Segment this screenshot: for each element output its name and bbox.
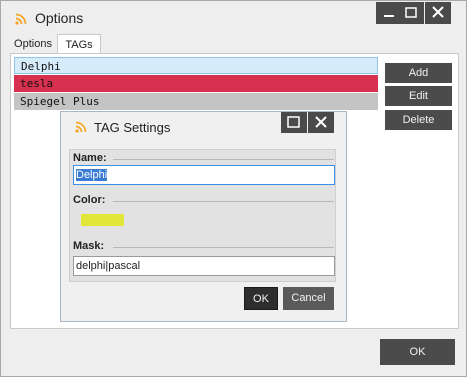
tab-options[interactable]: Options: [10, 34, 56, 53]
divider: [113, 247, 334, 248]
window-title: Options: [35, 10, 84, 26]
name-label: Name:: [73, 152, 107, 164]
dialog-title: TAG Settings: [94, 120, 171, 135]
dialog-cancel-button[interactable]: Cancel: [283, 287, 334, 310]
dialog-close-button[interactable]: [308, 112, 334, 133]
tag-settings-form: Name: Delphi Color: Mask: delphi|pascal: [69, 149, 336, 282]
maximize-icon: [287, 116, 300, 128]
delete-button[interactable]: Delete: [385, 110, 452, 130]
tag-settings-dialog: TAG Settings Name: Delphi Color: Mask: d…: [60, 111, 347, 322]
tab-tags[interactable]: TAGs: [57, 34, 101, 54]
options-window: Options Options TAGs Delphi tesla Spiege…: [0, 0, 467, 377]
dialog-ok-button[interactable]: OK: [244, 287, 278, 310]
dialog-maximize-button[interactable]: [281, 112, 307, 133]
rss-icon: [15, 13, 27, 25]
maximize-icon: [405, 7, 417, 18]
add-button[interactable]: Add: [385, 63, 452, 83]
mask-field[interactable]: delphi|pascal: [73, 256, 335, 276]
list-item[interactable]: Delphi: [14, 57, 378, 74]
list-item[interactable]: Spiegel Plus: [14, 93, 378, 110]
list-item[interactable]: tesla: [14, 75, 378, 92]
divider: [113, 159, 334, 160]
color-swatch[interactable]: [81, 214, 124, 226]
mask-label: Mask:: [73, 240, 105, 252]
edit-button[interactable]: Edit: [385, 86, 452, 106]
ok-button[interactable]: OK: [380, 339, 455, 365]
close-icon: [432, 6, 444, 18]
color-label: Color:: [73, 194, 106, 206]
name-field[interactable]: Delphi: [73, 165, 335, 185]
title-bar[interactable]: Options: [1, 1, 466, 34]
name-value: Delphi: [76, 169, 108, 181]
maximize-button[interactable]: [398, 2, 424, 24]
close-icon: [315, 116, 327, 128]
divider: [113, 201, 334, 202]
rss-icon: [75, 121, 87, 133]
close-button[interactable]: [425, 2, 451, 24]
